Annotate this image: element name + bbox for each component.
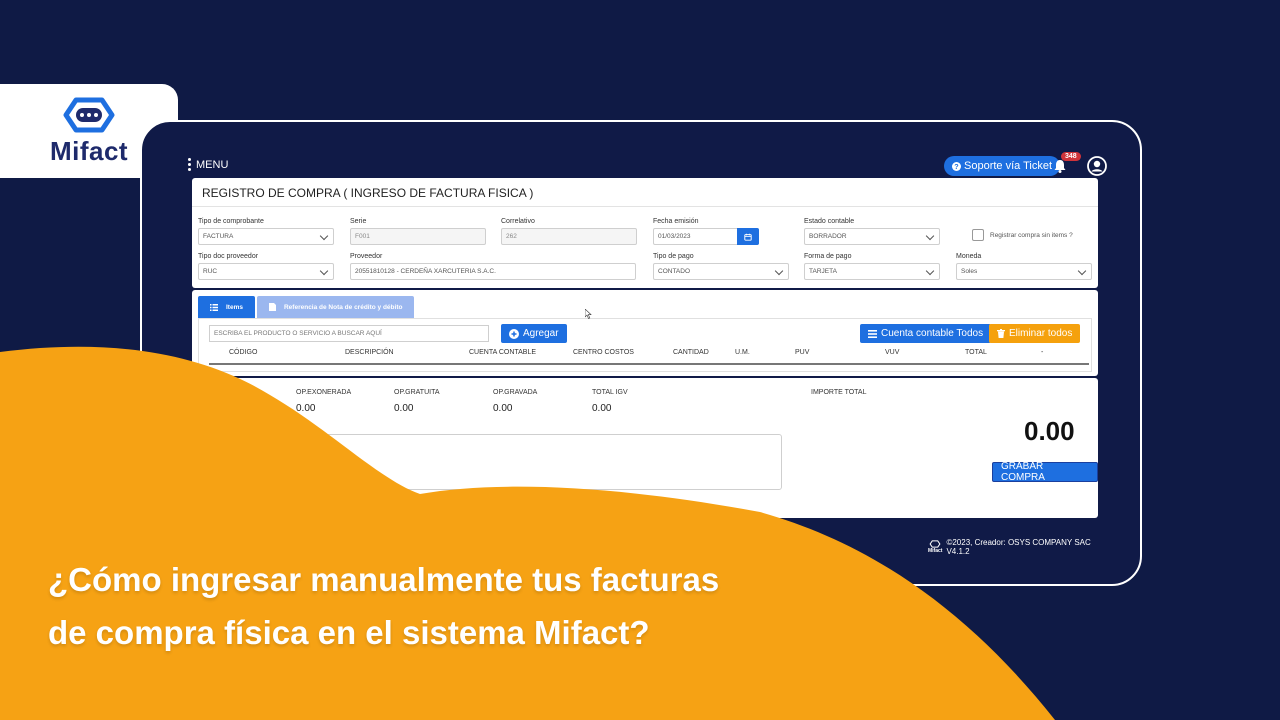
headline: ¿Cómo ingresar manualmente tus facturas … — [48, 553, 948, 659]
headline-line-2: de compra física en el sistema Mifact? — [48, 614, 650, 651]
headline-line-1: ¿Cómo ingresar manualmente tus facturas — [48, 561, 720, 598]
